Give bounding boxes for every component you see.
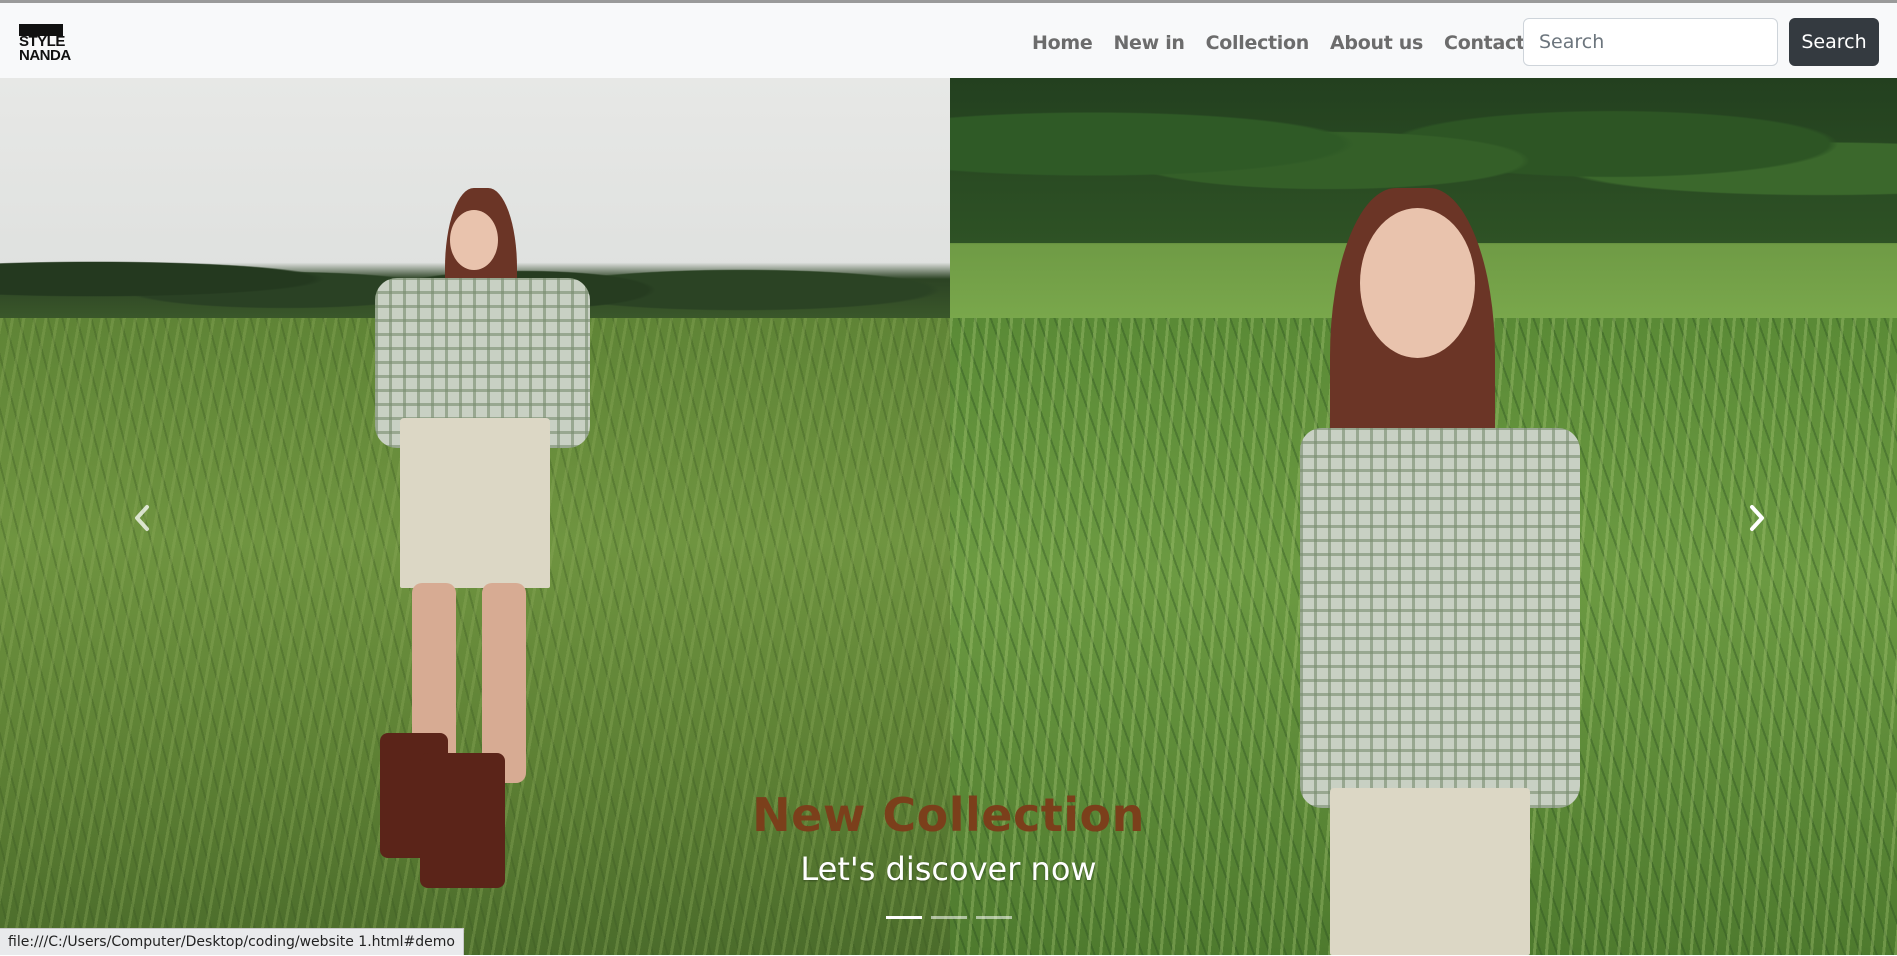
model-figure-left xyxy=(360,188,610,888)
browser-status-bar: file:///C:/Users/Computer/Desktop/coding… xyxy=(0,928,464,955)
hero-carousel: New Collection Let's discover now xyxy=(0,78,1897,955)
carousel-indicators xyxy=(886,916,1012,919)
nav-link-about-us[interactable]: About us xyxy=(1330,29,1423,57)
nav-link-home[interactable]: Home xyxy=(1032,29,1093,57)
chevron-left-icon xyxy=(135,505,149,531)
carousel-caption-subtitle: Let's discover now xyxy=(800,850,1097,888)
carousel-next-button[interactable] xyxy=(1737,498,1777,538)
search-input[interactable] xyxy=(1523,18,1778,66)
nav-links: Home New in Collection About us Contact … xyxy=(1032,29,1576,57)
logo[interactable]: STYLE NANDA xyxy=(19,24,83,64)
nav-link-new-in[interactable]: New in xyxy=(1113,29,1185,57)
navbar: STYLE NANDA Home New in Collection About… xyxy=(0,3,1897,78)
carousel-indicator-2[interactable] xyxy=(931,916,967,919)
carousel-indicator-3[interactable] xyxy=(976,916,1012,919)
nav-link-collection[interactable]: Collection xyxy=(1206,29,1310,57)
carousel-prev-button[interactable] xyxy=(122,498,162,538)
carousel-caption-title: New Collection xyxy=(752,788,1145,842)
search-button[interactable]: Search xyxy=(1789,18,1879,66)
logo-text: STYLE NANDA xyxy=(19,33,71,64)
chevron-right-icon xyxy=(1750,505,1764,531)
carousel-indicator-1[interactable] xyxy=(886,916,922,919)
